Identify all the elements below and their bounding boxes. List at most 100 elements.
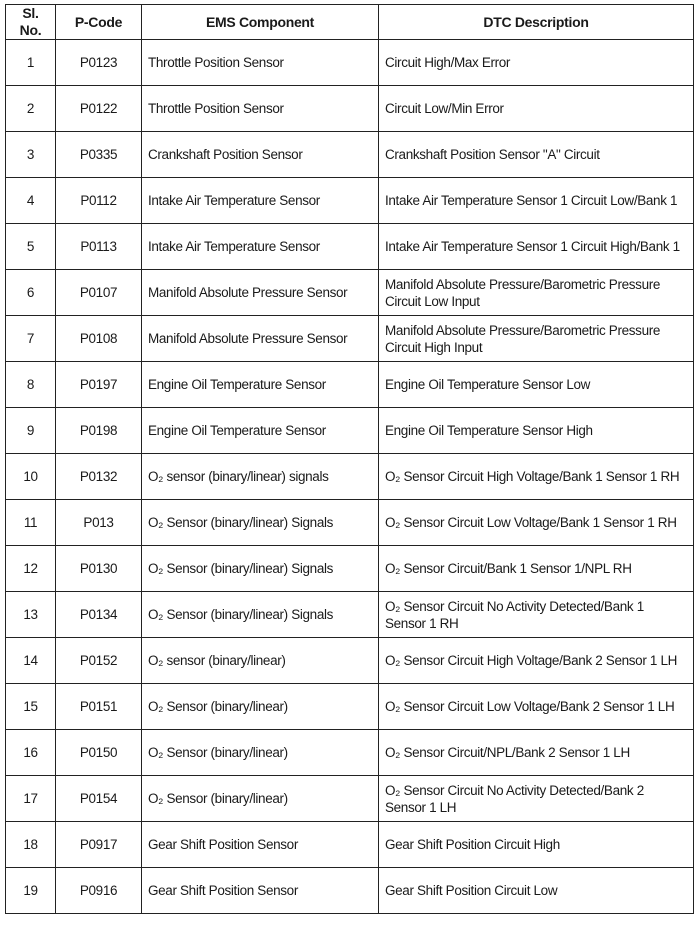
cell-ems-component: O₂ Sensor (binary/linear) [141, 729, 379, 776]
cell-dtc-description: O₂ Sensor Circuit High Voltage/Bank 1 Se… [378, 453, 694, 500]
table-row: 10 P0132 O₂ sensor (binary/linear) signals… [5, 453, 694, 500]
dtc-table: Sl. No. P-Code EMS Component DTC Descrip… [5, 4, 694, 914]
cell-sl-no: 9 [5, 407, 56, 454]
cell-p-code: P0197 [55, 361, 142, 408]
cell-sl-no: 18 [5, 821, 56, 868]
cell-sl-no: 11 [5, 499, 56, 546]
cell-p-code: P0130 [55, 545, 142, 592]
cell-dtc-description: Gear Shift Position Circuit Low [378, 867, 694, 914]
cell-ems-component: O₂ Sensor (binary/linear) Signals [141, 591, 379, 638]
cell-sl-no: 2 [5, 85, 56, 132]
cell-sl-no: 4 [5, 177, 56, 224]
cell-p-code: P0122 [55, 85, 142, 132]
cell-dtc-description: Circuit Low/Min Error [378, 85, 694, 132]
table-row: 13 P0134 O₂ Sensor (binary/linear) Signals… [5, 591, 694, 638]
cell-ems-component: O₂ Sensor (binary/linear) Signals [141, 545, 379, 592]
cell-dtc-description: Intake Air Temperature Sensor 1 Circuit … [378, 177, 694, 224]
cell-p-code: P0198 [55, 407, 142, 454]
cell-p-code: P0134 [55, 591, 142, 638]
cell-ems-component: Engine Oil Temperature Sensor [141, 407, 379, 454]
cell-p-code: P0132 [55, 453, 142, 500]
cell-sl-no: 19 [5, 867, 56, 914]
table-row: 3 P0335 Crankshaft Position Sensor Cranksha… [5, 131, 694, 178]
cell-sl-no: 3 [5, 131, 56, 178]
cell-dtc-description: O₂ Sensor Circuit No Activity Detected/B… [378, 591, 694, 638]
cell-sl-no: 8 [5, 361, 56, 408]
cell-p-code: P0152 [55, 637, 142, 684]
cell-sl-no: 5 [5, 223, 56, 270]
cell-ems-component: Manifold Absolute Pressure Sensor [141, 269, 379, 316]
cell-ems-component: Gear Shift Position Sensor [141, 821, 379, 868]
table-row: 12 P0130 O₂ Sensor (binary/linear) Signals… [5, 545, 694, 592]
cell-dtc-description: Manifold Absolute Pressure/Barometric Pr… [378, 269, 694, 316]
cell-dtc-description: O₂ Sensor Circuit Low Voltage/Bank 1 Sen… [378, 499, 694, 546]
cell-dtc-description: Crankshaft Position Sensor "A" Circuit [378, 131, 694, 178]
cell-sl-no: 6 [5, 269, 56, 316]
cell-ems-component: O₂ Sensor (binary/linear) Signals [141, 499, 379, 546]
cell-p-code: P0154 [55, 775, 142, 822]
cell-sl-no: 10 [5, 453, 56, 500]
cell-p-code: P0123 [55, 39, 142, 86]
cell-dtc-description: Engine Oil Temperature Sensor Low [378, 361, 694, 408]
cell-dtc-description: O₂ Sensor Circuit High Voltage/Bank 2 Se… [378, 637, 694, 684]
table-row: 1 P0123 Throttle Position Sensor Circuit Hi… [5, 39, 694, 86]
cell-ems-component: Manifold Absolute Pressure Sensor [141, 315, 379, 362]
cell-ems-component: Intake Air Temperature Sensor [141, 223, 379, 270]
table-row: 4 P0112 Intake Air Temperature Sensor Intak… [5, 177, 694, 224]
cell-sl-no: 12 [5, 545, 56, 592]
table-row: 7 P0108 Manifold Absolute Pressure Sensor M… [5, 315, 694, 362]
header-sl-no: Sl. No. [5, 4, 56, 40]
cell-p-code: P0916 [55, 867, 142, 914]
cell-dtc-description: Gear Shift Position Circuit High [378, 821, 694, 868]
cell-sl-no: 1 [5, 39, 56, 86]
table-row: 18 P0917 Gear Shift Position Sensor Gear Sh… [5, 821, 694, 868]
cell-dtc-description: O₂ Sensor Circuit Low Voltage/Bank 2 Sen… [378, 683, 694, 730]
table-row: 5 P0113 Intake Air Temperature Sensor Intak… [5, 223, 694, 270]
cell-dtc-description: O₂ Sensor Circuit/NPL/Bank 2 Sensor 1 LH [378, 729, 694, 776]
cell-sl-no: 16 [5, 729, 56, 776]
cell-p-code: P013 [55, 499, 142, 546]
cell-sl-no: 13 [5, 591, 56, 638]
cell-ems-component: Throttle Position Sensor [141, 85, 379, 132]
cell-p-code: P0108 [55, 315, 142, 362]
cell-ems-component: Gear Shift Position Sensor [141, 867, 379, 914]
header-row: Sl. No. P-Code EMS Component DTC Descrip… [5, 4, 694, 40]
cell-ems-component: O₂ Sensor (binary/linear) [141, 775, 379, 822]
header-p-code: P-Code [55, 4, 142, 40]
cell-ems-component: O₂ Sensor (binary/linear) [141, 683, 379, 730]
table-row: 2 P0122 Throttle Position Sensor Circuit Lo… [5, 85, 694, 132]
cell-dtc-description: Engine Oil Temperature Sensor High [378, 407, 694, 454]
header-ems-component: EMS Component [141, 4, 379, 40]
cell-sl-no: 7 [5, 315, 56, 362]
cell-ems-component: Engine Oil Temperature Sensor [141, 361, 379, 408]
cell-dtc-description: O₂ Sensor Circuit No Activity Detected/B… [378, 775, 694, 822]
cell-dtc-description: Manifold Absolute Pressure/Barometric Pr… [378, 315, 694, 362]
table-row: 9 P0198 Engine Oil Temperature Sensor Engin… [5, 407, 694, 454]
table-row: 16 P0150 O₂ Sensor (binary/linear) O₂ Senso… [5, 729, 694, 776]
cell-dtc-description: Intake Air Temperature Sensor 1 Circuit … [378, 223, 694, 270]
table-row: 14 P0152 O₂ sensor (binary/linear) O₂ Senso… [5, 637, 694, 684]
cell-sl-no: 17 [5, 775, 56, 822]
cell-dtc-description: O₂ Sensor Circuit/Bank 1 Sensor 1/NPL RH [378, 545, 694, 592]
cell-ems-component: Throttle Position Sensor [141, 39, 379, 86]
table-body: 1 P0123 Throttle Position Sensor Circuit Hi… [5, 39, 694, 914]
cell-p-code: P0107 [55, 269, 142, 316]
table-row: 11 P013 O₂ Sensor (binary/linear) Signals O… [5, 499, 694, 546]
cell-p-code: P0917 [55, 821, 142, 868]
cell-ems-component: Crankshaft Position Sensor [141, 131, 379, 178]
table-row: 8 P0197 Engine Oil Temperature Sensor Engin… [5, 361, 694, 408]
table-row: 19 P0916 Gear Shift Position Sensor Gear Sh… [5, 867, 694, 914]
cell-p-code: P0335 [55, 131, 142, 178]
cell-sl-no: 15 [5, 683, 56, 730]
table-row: 6 P0107 Manifold Absolute Pressure Sensor M… [5, 269, 694, 316]
cell-ems-component: Intake Air Temperature Sensor [141, 177, 379, 224]
cell-p-code: P0112 [55, 177, 142, 224]
cell-p-code: P0113 [55, 223, 142, 270]
cell-ems-component: O₂ sensor (binary/linear) [141, 637, 379, 684]
header-dtc-description: DTC Description [378, 4, 694, 40]
cell-sl-no: 14 [5, 637, 56, 684]
cell-dtc-description: Circuit High/Max Error [378, 39, 694, 86]
table-row: 15 P0151 O₂ Sensor (binary/linear) O₂ Senso… [5, 683, 694, 730]
cell-p-code: P0150 [55, 729, 142, 776]
cell-ems-component: O₂ sensor (binary/linear) signals [141, 453, 379, 500]
